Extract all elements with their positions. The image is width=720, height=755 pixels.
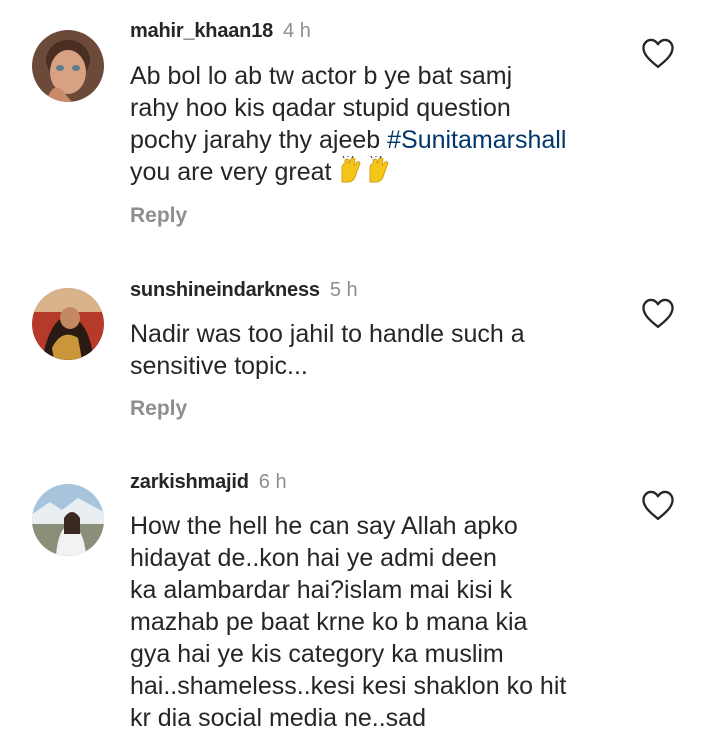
like-button[interactable] xyxy=(640,489,676,521)
like-button[interactable] xyxy=(640,37,676,69)
avatar-image xyxy=(32,484,104,556)
heart-outline-icon xyxy=(642,490,674,520)
comment-meta: mahir_khaan18 4 h xyxy=(130,20,311,43)
comment-text: How the hell he can say Allah apko hiday… xyxy=(130,512,567,732)
avatar[interactable] xyxy=(32,30,104,102)
avatar[interactable] xyxy=(32,484,104,556)
comment-meta: zarkishmajid 6 h xyxy=(130,471,287,494)
reply-button[interactable]: Reply xyxy=(130,397,187,421)
heart-outline-icon xyxy=(642,298,674,328)
comment-meta: sunshineindarkness 5 h xyxy=(130,279,358,302)
comment-username[interactable]: zarkishmajid xyxy=(130,471,249,493)
avatar[interactable] xyxy=(32,288,104,360)
avatar-image xyxy=(32,288,104,360)
comment-username[interactable]: mahir_khaan18 xyxy=(130,20,273,42)
like-button[interactable] xyxy=(640,297,676,329)
comment-text: Ab bol lo ab tw actor b ye bat samj rahy… xyxy=(130,60,650,192)
hashtag-link[interactable]: #Sunitamarshall xyxy=(387,126,566,154)
comment-time: 6 h xyxy=(258,471,287,493)
comment-time: 4 h xyxy=(283,20,311,42)
comment-text: Nadir was too jahil to handle such a sen… xyxy=(130,320,525,380)
avatar-image xyxy=(32,30,104,102)
reply-button[interactable]: Reply xyxy=(130,204,187,228)
comment-time: 5 h xyxy=(329,279,358,301)
comment-text-part: you are very great xyxy=(130,158,332,186)
raising-hands-emoji xyxy=(338,155,396,192)
comment-username[interactable]: sunshineindarkness xyxy=(130,279,320,301)
heart-outline-icon xyxy=(642,38,674,68)
